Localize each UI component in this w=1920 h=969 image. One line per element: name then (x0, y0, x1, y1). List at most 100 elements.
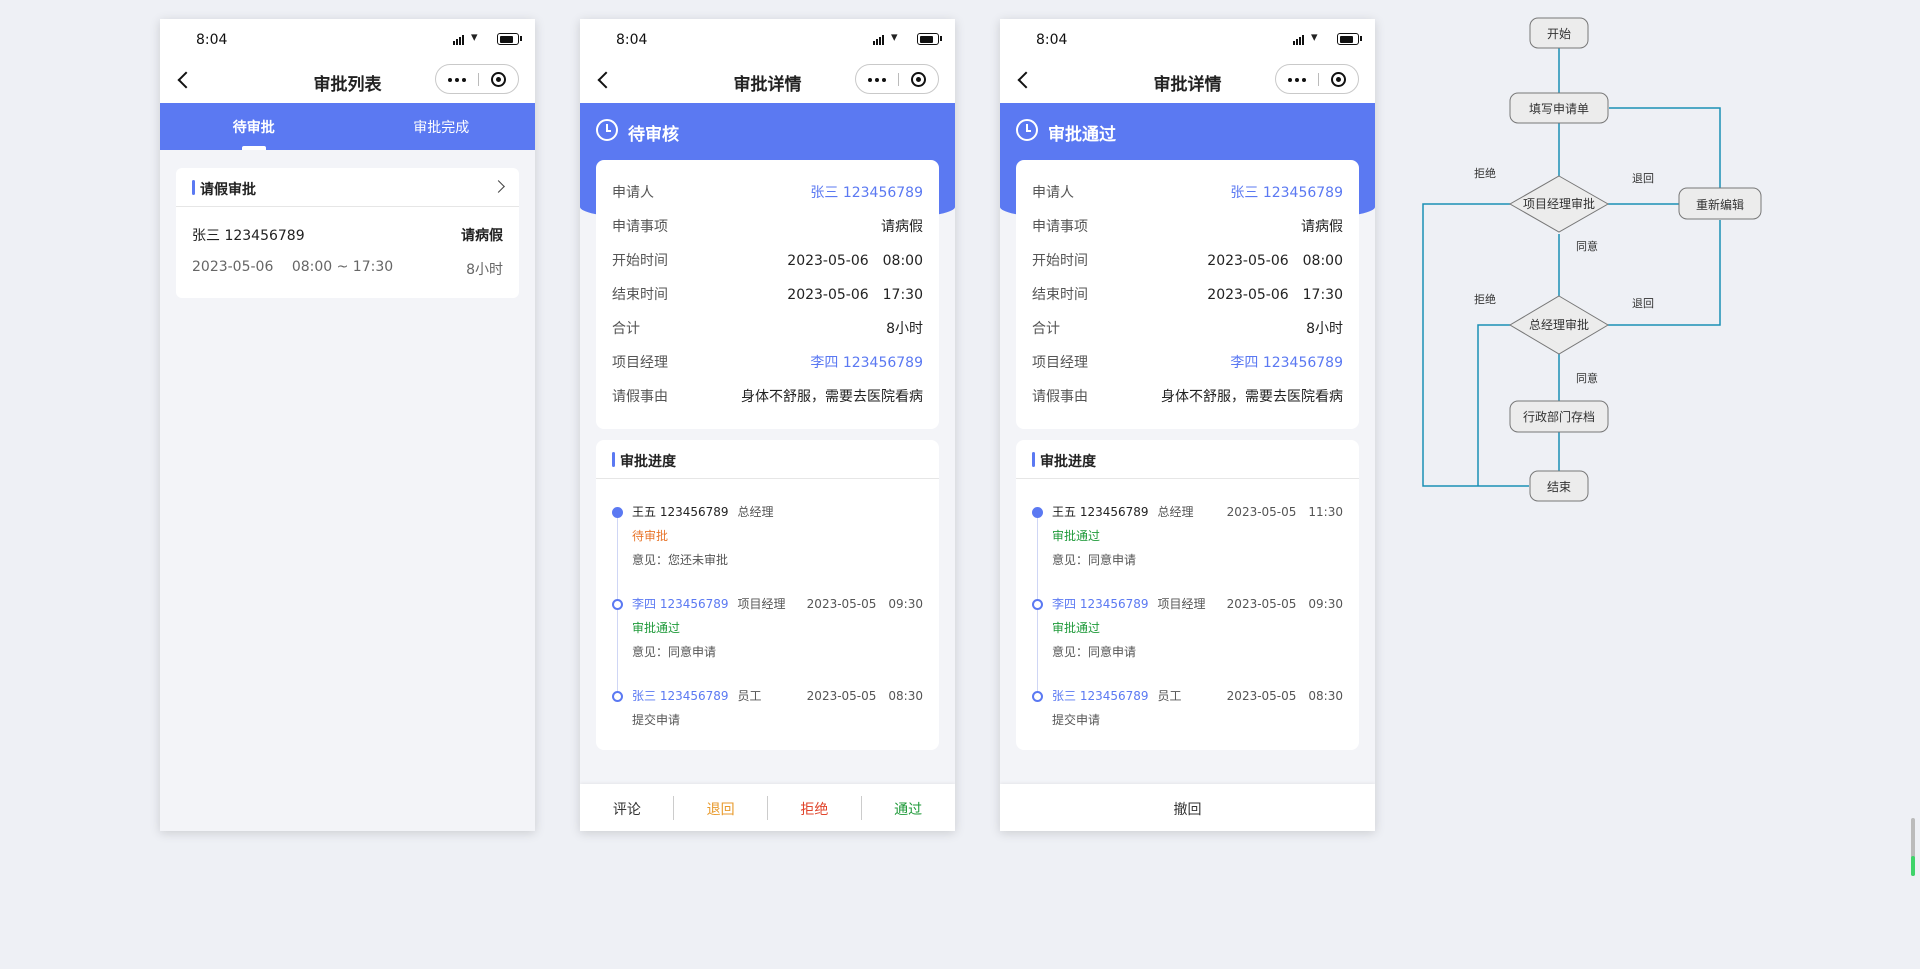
field-value[interactable]: 张三 123456789 (810, 182, 923, 202)
approval-note: 意见：同意申请 (632, 645, 717, 659)
status-bar: 8:04 ▾ (580, 19, 955, 58)
field-label: 项目经理 (1032, 355, 1088, 371)
field-row: 结束时间 2023-05-06 17:30 (612, 284, 923, 304)
battery-icon (497, 33, 519, 45)
card-header: 请假审批 (176, 168, 519, 207)
field-label: 申请事项 (612, 219, 668, 235)
withdraw-button[interactable]: 撤回 (1000, 799, 1375, 819)
accent-bar (612, 452, 615, 467)
applicant-row: 张三 123456789 请病假 (192, 225, 503, 245)
request-info-card: 申请人 张三 123456789 申请事项 请病假 开始时间 2023-05-06 0… (1016, 160, 1359, 429)
timeline-dot (1032, 691, 1043, 702)
tab-indicator (242, 146, 266, 150)
leave-request-card[interactable]: 请假审批 张三 123456789 请病假 2023-05-06 08:00 ~… (176, 168, 519, 298)
leave-type: 请病假 (461, 228, 503, 244)
flow-node-gm-approve: 总经理审批 (1529, 317, 1589, 332)
approver-name: 王五 123456789 (632, 505, 729, 519)
scrollbar[interactable] (1911, 818, 1915, 876)
approver-role: 员工 (1157, 689, 1182, 703)
approval-note: 提交申请 (1052, 713, 1101, 727)
comment-button[interactable]: 评论 (580, 799, 674, 819)
field-value: 身体不舒服，需要去医院看病 (741, 389, 923, 405)
more-icon[interactable] (868, 78, 886, 82)
nav-bar: 审批列表 (160, 58, 535, 103)
field-value: 请病假 (881, 219, 923, 235)
field-value: 请病假 (1301, 219, 1343, 235)
approver-name[interactable]: 张三 123456789 (632, 689, 729, 703)
card-title: 审批进度 (1040, 454, 1096, 470)
approval-time: 2023-05-05 11:30 (1226, 505, 1343, 519)
nav-bar: 审批详情 (1000, 58, 1375, 103)
timeline-item: 张三 123456789 员工 2023-05-05 08:30 提交申请 (596, 687, 923, 757)
field-label: 申请人 (612, 185, 654, 201)
timeline-item: 李四 123456789 项目经理 2023-05-05 09:30 审批通过 意… (596, 595, 923, 665)
battery-icon (917, 33, 939, 45)
reject-button[interactable]: 拒绝 (768, 799, 862, 819)
action-bar: 撤回 (1000, 784, 1375, 831)
field-row: 项目经理 李四 123456789 (1032, 352, 1343, 372)
approval-time: 2023-05-05 08:30 (1226, 689, 1343, 703)
field-row: 结束时间 2023-05-06 17:30 (1032, 284, 1343, 304)
field-value[interactable]: 李四 123456789 (810, 352, 923, 372)
approval-note: 意见：同意申请 (1052, 645, 1137, 659)
approver-role: 员工 (737, 689, 762, 703)
scrollbar-thumb[interactable] (1911, 856, 1915, 876)
approver-role: 总经理 (1157, 505, 1194, 519)
tab-completed[interactable]: 审批完成 (348, 117, 536, 137)
timeline-item: 王五 123456789 总经理 待审批 意见：您还未审批 (596, 503, 923, 573)
card-title: 审批进度 (620, 454, 676, 470)
more-icon[interactable] (448, 78, 466, 82)
wifi-icon: ▾ (1311, 30, 1318, 45)
field-label: 请假事由 (612, 389, 668, 405)
tab-bar: 待审批 审批完成 (160, 103, 535, 150)
field-label: 请假事由 (1032, 389, 1088, 405)
flow-label-gm-reject: 拒绝 (1474, 292, 1496, 306)
approver-name[interactable]: 李四 123456789 (632, 597, 729, 611)
field-row: 申请人 张三 123456789 (612, 182, 923, 202)
approval-list-screen: 8:04 ▾ 审批列表 待审批 审批完成 请假审批 张三 123456789 请… (160, 19, 535, 831)
field-value[interactable]: 张三 123456789 (1230, 182, 1343, 202)
approve-button[interactable]: 通过 (861, 799, 955, 819)
approver-role: 总经理 (737, 505, 774, 519)
approver-name[interactable]: 李四 123456789 (1052, 597, 1149, 611)
field-value: 2023-05-06 17:30 (1207, 287, 1343, 303)
field-value: 8小时 (886, 321, 923, 337)
approver-name[interactable]: 张三 123456789 (1052, 689, 1149, 703)
approval-time: 2023-05-05 09:30 (1226, 597, 1343, 611)
field-label: 开始时间 (612, 253, 668, 269)
field-label: 结束时间 (1032, 287, 1088, 303)
field-value: 8小时 (1306, 321, 1343, 337)
field-label: 项目经理 (612, 355, 668, 371)
close-target-icon[interactable] (911, 72, 926, 87)
approval-state: 审批通过 (632, 621, 681, 635)
tab-pending[interactable]: 待审批 (160, 117, 348, 137)
field-value[interactable]: 李四 123456789 (1230, 352, 1343, 372)
return-button[interactable]: 退回 (674, 799, 768, 819)
close-target-icon[interactable] (491, 72, 506, 87)
field-row: 项目经理 李四 123456789 (612, 352, 923, 372)
status-time: 8:04 (1036, 32, 1068, 48)
flow-node-re-edit: 重新编辑 (1696, 197, 1744, 212)
approver-role: 项目经理 (1157, 597, 1206, 611)
timeline-dot (612, 691, 623, 702)
status-icons: ▾ (1293, 30, 1363, 45)
card-header: 审批进度 (596, 440, 939, 479)
approval-detail-approved-screen: 8:04 ▾ 审批详情 审批通过 申请人 张三 123456789 申请事项 请病假… (1000, 19, 1375, 831)
field-label: 开始时间 (1032, 253, 1088, 269)
close-target-icon[interactable] (1331, 72, 1346, 87)
status-icons: ▾ (453, 30, 523, 45)
more-icon[interactable] (1288, 78, 1306, 82)
accent-bar (1032, 452, 1035, 467)
wifi-icon: ▾ (471, 30, 478, 45)
field-value: 身体不舒服，需要去医院看病 (1161, 389, 1343, 405)
field-label: 结束时间 (612, 287, 668, 303)
approval-status: 待审核 (628, 125, 679, 145)
timeline-dot (612, 507, 623, 518)
field-value: 2023-05-06 17:30 (787, 287, 923, 303)
approver-role: 项目经理 (737, 597, 786, 611)
timeline-item: 张三 123456789 员工 2023-05-05 08:30 提交申请 (1016, 687, 1343, 757)
approval-state: 审批通过 (1052, 621, 1101, 635)
chevron-right-icon[interactable] (492, 180, 505, 193)
status-time: 8:04 (196, 32, 228, 48)
flow-label-pm-agree: 同意 (1576, 239, 1598, 253)
